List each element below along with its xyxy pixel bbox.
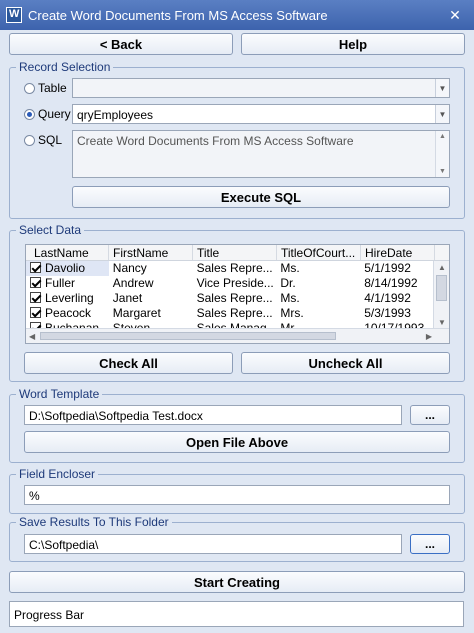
sql-textarea[interactable]: Create Word Documents From MS Access Sof… — [72, 130, 450, 178]
row-checkbox[interactable] — [30, 292, 41, 303]
scroll-down-icon[interactable]: ▼ — [438, 318, 446, 327]
cell-firstname: Nancy — [112, 261, 147, 275]
column-header[interactable]: FirstName — [109, 245, 193, 260]
record-selection-legend: Record Selection — [16, 60, 114, 74]
sql-text: Create Word Documents From MS Access Sof… — [77, 134, 354, 148]
chevron-down-icon[interactable]: ▼ — [435, 79, 449, 97]
cell-firstname: Margaret — [112, 306, 161, 320]
grid-vertical-scrollbar[interactable]: ▲ ▼ — [433, 261, 449, 329]
table-row[interactable]: Peacock Margaret Sales Repre... Mrs. 5/3… — [26, 306, 434, 321]
cell-firstname: Andrew — [112, 276, 154, 290]
cell-hiredate: 5/3/1993 — [364, 306, 411, 320]
table-row[interactable]: Fuller Andrew Vice Preside... Dr. 8/14/1… — [26, 276, 434, 291]
scroll-right-icon[interactable]: ▶ — [426, 332, 432, 341]
column-header[interactable]: TitleOfCourt... — [277, 245, 361, 260]
cell-title: Sales Repre... — [196, 306, 273, 320]
start-creating-button[interactable]: Start Creating — [9, 571, 465, 593]
cell-lastname: Davolio — [45, 261, 86, 275]
field-encloser-input[interactable]: % — [24, 485, 450, 505]
scroll-thumb[interactable] — [40, 332, 336, 340]
field-encloser-legend: Field Encloser — [16, 467, 99, 481]
window-title: Create Word Documents From MS Access Sof… — [28, 7, 328, 23]
table-radio[interactable] — [24, 83, 35, 94]
check-all-button[interactable]: Check All — [24, 352, 233, 374]
execute-sql-button[interactable]: Execute SQL — [72, 186, 450, 208]
template-path-input[interactable]: D:\Softpedia\Softpedia Test.docx — [24, 405, 402, 425]
template-browse-button[interactable]: ... — [410, 405, 450, 425]
column-header[interactable]: LastName — [26, 245, 109, 260]
query-radio[interactable] — [24, 109, 35, 120]
sql-scrollbar[interactable]: ▲ ▼ — [435, 131, 449, 177]
scroll-down-icon[interactable]: ▼ — [439, 168, 446, 175]
column-header[interactable]: Title — [193, 245, 277, 260]
cell-courtesy: Ms. — [280, 261, 300, 275]
back-button[interactable]: < Back — [9, 33, 233, 55]
cell-lastname: Leverling — [45, 291, 94, 305]
sql-radio[interactable] — [24, 135, 35, 146]
scroll-up-icon[interactable]: ▲ — [438, 263, 446, 272]
cell-title: Sales Repre... — [196, 261, 273, 275]
cell-lastname: Peacock — [45, 306, 92, 320]
row-checkbox[interactable] — [30, 262, 41, 273]
table-row[interactable]: Leverling Janet Sales Repre... Ms. 4/1/1… — [26, 291, 434, 306]
select-data-legend: Select Data — [16, 223, 85, 237]
cell-hiredate: 5/1/1992 — [364, 261, 411, 275]
app-icon — [6, 7, 22, 23]
cell-courtesy: Mrs. — [280, 306, 304, 320]
word-template-legend: Word Template — [16, 387, 103, 401]
grid-horizontal-scrollbar[interactable]: ◀ ▶ — [26, 328, 449, 343]
column-header[interactable]: HireDate — [361, 245, 435, 260]
cell-lastname: Fuller — [45, 276, 76, 290]
table-radio-label: Table — [38, 81, 67, 95]
cell-hiredate: 4/1/1992 — [364, 291, 411, 305]
row-checkbox[interactable] — [30, 277, 41, 288]
grid-header: LastName FirstName Title TitleOfCourt...… — [26, 245, 449, 261]
title-bar: Create Word Documents From MS Access Sof… — [0, 0, 474, 30]
data-grid[interactable]: LastName FirstName Title TitleOfCourt...… — [25, 244, 450, 344]
progress-bar: Progress Bar — [9, 601, 464, 627]
row-checkbox[interactable] — [30, 307, 41, 318]
cell-courtesy: Dr. — [280, 276, 296, 290]
cell-title: Vice Preside... — [196, 276, 274, 290]
cell-courtesy: Ms. — [280, 291, 300, 305]
scroll-left-icon[interactable]: ◀ — [29, 332, 35, 341]
table-combo[interactable]: ▼ — [72, 78, 450, 98]
sql-radio-label: SQL — [38, 133, 63, 147]
scroll-up-icon[interactable]: ▲ — [439, 133, 446, 140]
uncheck-all-button[interactable]: Uncheck All — [241, 352, 450, 374]
query-radio-label: Query — [38, 107, 71, 121]
cell-firstname: Janet — [112, 291, 143, 305]
open-file-button[interactable]: Open File Above — [24, 431, 450, 453]
save-folder-input[interactable]: C:\Softpedia\ — [24, 534, 402, 554]
help-button[interactable]: Help — [241, 33, 465, 55]
close-icon[interactable]: ✕ — [444, 6, 466, 24]
scroll-thumb[interactable] — [436, 275, 447, 301]
query-combo-value: qryEmployees — [77, 108, 154, 122]
save-folder-browse-button[interactable]: ... — [410, 534, 450, 554]
save-results-legend: Save Results To This Folder — [16, 515, 172, 529]
query-combo[interactable]: qryEmployees ▼ — [72, 104, 450, 124]
table-row[interactable]: Davolio Nancy Sales Repre... Ms. 5/1/199… — [26, 261, 434, 276]
cell-hiredate: 8/14/1992 — [364, 276, 418, 290]
cell-title: Sales Repre... — [196, 291, 273, 305]
chevron-down-icon[interactable]: ▼ — [435, 105, 449, 123]
